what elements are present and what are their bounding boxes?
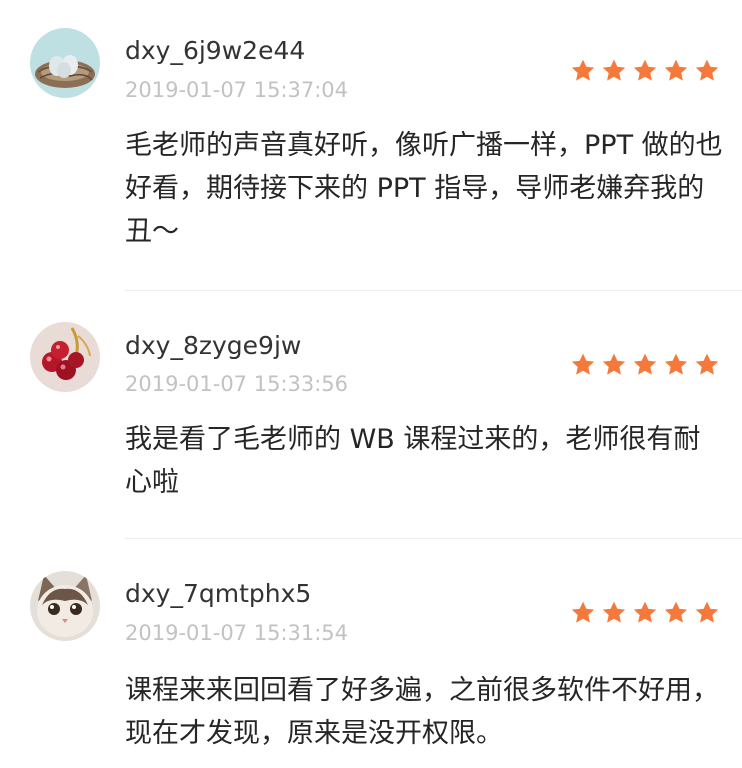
- user-avatar[interactable]: [30, 322, 100, 392]
- review-item: dxy_6j9w2e44 2019-01-07 15:37:04 毛老师的声音真…: [0, 0, 742, 290]
- review-item: dxy_7qmtphx5 2019-01-07 15:31:54 课程来来回回看…: [0, 539, 742, 768]
- kitten-avatar: [30, 571, 100, 641]
- user-avatar[interactable]: [30, 571, 100, 641]
- star-icon: [602, 353, 626, 375]
- star-rating: [570, 352, 720, 378]
- star-icon: [664, 353, 688, 375]
- username: dxy_8zyge9jw: [125, 331, 302, 360]
- star-icon: [695, 59, 719, 81]
- star-icon: [571, 59, 595, 81]
- review-comment: 毛老师的声音真好听，像听广播一样，PPT 做的也好看，期待接下来的 PPT 指导…: [125, 130, 723, 247]
- star-icon: [633, 353, 657, 375]
- review-timestamp: 2019-01-07 15:33:56: [125, 372, 349, 396]
- star-icon: [695, 353, 719, 375]
- user-avatar[interactable]: [30, 28, 100, 98]
- star-icon: [571, 601, 595, 623]
- star-rating: [570, 600, 720, 626]
- username: dxy_6j9w2e44: [125, 36, 306, 65]
- star-icon: [602, 601, 626, 623]
- review-item: dxy_8zyge9jw 2019-01-07 15:33:56 我是看了毛老师…: [0, 291, 742, 538]
- star-rating: [570, 58, 720, 84]
- star-icon: [664, 601, 688, 623]
- username: dxy_7qmtphx5: [125, 579, 312, 608]
- star-icon: [695, 601, 719, 623]
- star-icon: [571, 353, 595, 375]
- bird-nest-eggs-avatar: [30, 28, 100, 98]
- review-timestamp: 2019-01-07 15:37:04: [125, 78, 349, 102]
- star-icon: [633, 601, 657, 623]
- star-icon: [602, 59, 626, 81]
- red-berries-avatar: [30, 322, 100, 392]
- review-comment: 课程来来回回看了好多遍，之前很多软件不好用，现在才发现，原来是没开权限。: [125, 675, 719, 749]
- review-comment: 我是看了毛老师的 WB 课程过来的，老师很有耐心啦: [125, 424, 701, 498]
- star-icon: [633, 59, 657, 81]
- star-icon: [664, 59, 688, 81]
- review-timestamp: 2019-01-07 15:31:54: [125, 621, 349, 645]
